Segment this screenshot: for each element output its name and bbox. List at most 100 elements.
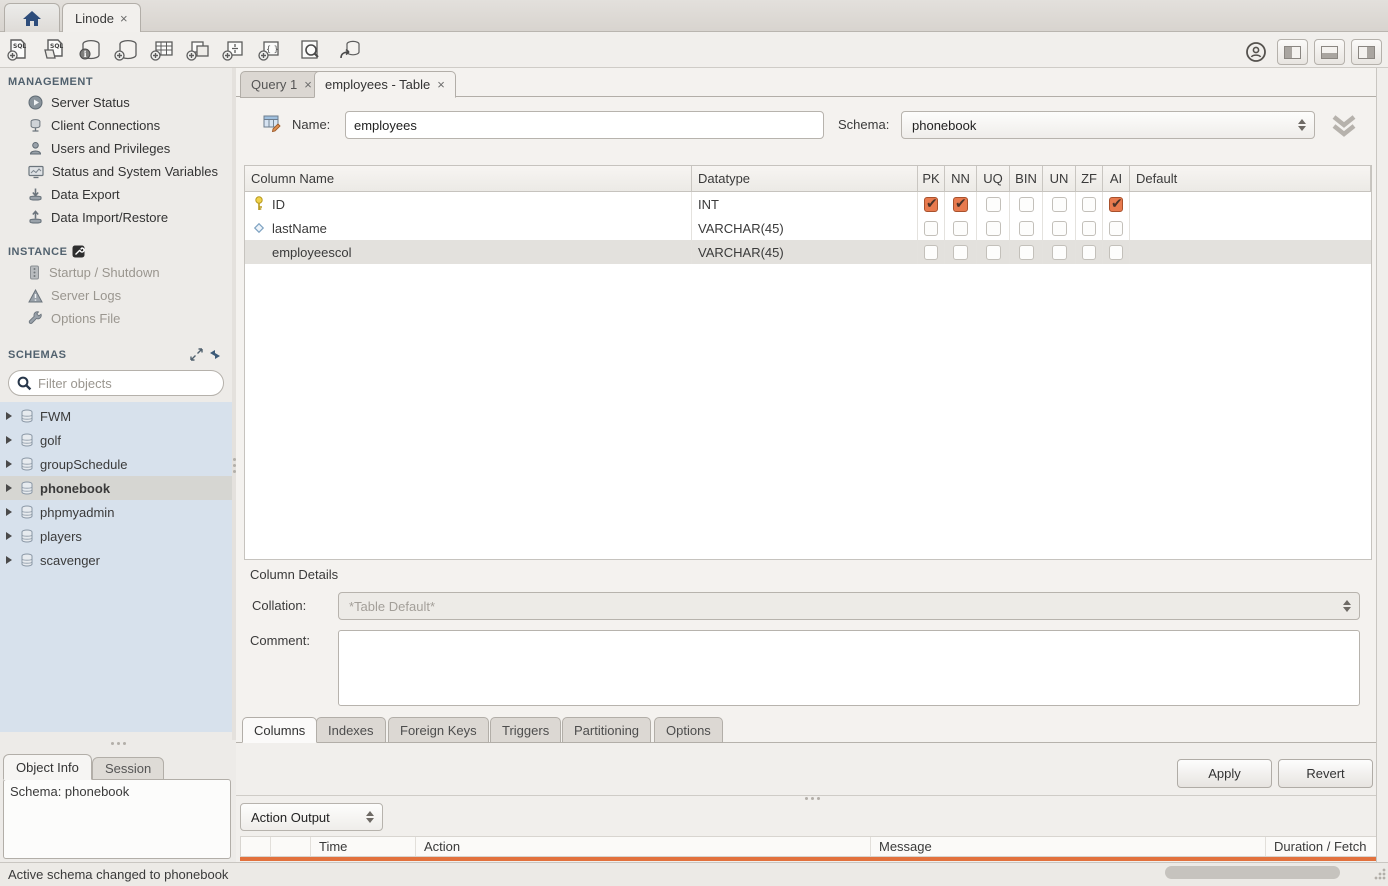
- schema-item-phonebook[interactable]: phonebook: [0, 476, 232, 500]
- uq-checkbox[interactable]: [986, 221, 1001, 236]
- apply-button[interactable]: Apply: [1177, 759, 1272, 788]
- sidebar-item-data-import[interactable]: Data Import/Restore: [0, 206, 232, 229]
- sidebar-item-startup-shutdown[interactable]: Startup / Shutdown: [0, 261, 232, 284]
- tab-query-1[interactable]: Query 1 ×: [240, 71, 323, 98]
- tab-session[interactable]: Session: [92, 757, 164, 780]
- header-action[interactable]: Action: [416, 837, 871, 856]
- schema-item-golf[interactable]: golf: [0, 428, 232, 452]
- header-duration-fetch[interactable]: Duration / Fetch: [1266, 837, 1387, 856]
- table-name-input[interactable]: [345, 111, 824, 139]
- header-un[interactable]: UN: [1043, 166, 1076, 191]
- create-procedure-button[interactable]: [216, 35, 252, 65]
- expand-arrow-icon[interactable]: [6, 532, 12, 540]
- expand-form-chevron-icon[interactable]: [1330, 113, 1358, 139]
- header-datatype[interactable]: Datatype: [692, 166, 918, 191]
- nn-checkbox[interactable]: [953, 197, 968, 212]
- bin-checkbox[interactable]: [1019, 197, 1034, 212]
- tab-partitioning[interactable]: Partitioning: [562, 717, 651, 743]
- sidebar-item-status-system-variables[interactable]: Status and System Variables: [0, 160, 232, 183]
- ai-checkbox[interactable]: [1109, 245, 1123, 260]
- column-row-employeescol[interactable]: employeescol VARCHAR(45): [245, 240, 1371, 264]
- sidebar-item-options-file[interactable]: Options File: [0, 307, 232, 330]
- pk-checkbox[interactable]: [924, 221, 938, 236]
- header-ai[interactable]: AI: [1103, 166, 1130, 191]
- tab-close-icon[interactable]: ×: [437, 77, 445, 92]
- tab-indexes[interactable]: Indexes: [316, 717, 386, 743]
- header-nn[interactable]: NN: [945, 166, 977, 191]
- sidebar-item-server-logs[interactable]: Server Logs: [0, 284, 232, 307]
- ai-checkbox[interactable]: [1109, 221, 1123, 236]
- pk-checkbox[interactable]: [924, 245, 938, 260]
- search-data-button[interactable]: [292, 35, 328, 65]
- column-default[interactable]: [1130, 192, 1371, 216]
- splitter-grip[interactable]: [799, 797, 825, 801]
- tab-foreign-keys[interactable]: Foreign Keys: [388, 717, 489, 743]
- column-datatype[interactable]: VARCHAR(45): [692, 216, 918, 240]
- column-row-id[interactable]: ID INT: [245, 192, 1371, 216]
- create-function-button[interactable]: { }: [252, 35, 288, 65]
- zf-checkbox[interactable]: [1082, 221, 1096, 236]
- toggle-bottom-panel-button[interactable]: [1314, 39, 1345, 65]
- uq-checkbox[interactable]: [986, 197, 1001, 212]
- sidebar-item-data-export[interactable]: Data Export: [0, 183, 232, 206]
- column-datatype[interactable]: VARCHAR(45): [692, 240, 918, 264]
- header-time[interactable]: Time: [311, 837, 416, 856]
- header-default[interactable]: Default: [1130, 166, 1371, 191]
- bin-checkbox[interactable]: [1019, 245, 1034, 260]
- un-checkbox[interactable]: [1052, 221, 1067, 236]
- new-sql-tab-button[interactable]: SQL: [0, 35, 36, 65]
- schema-inspector-button[interactable]: i: [72, 35, 108, 65]
- expand-arrow-icon[interactable]: [6, 436, 12, 444]
- schema-item-phpmyadmin[interactable]: phpmyadmin: [0, 500, 232, 524]
- nn-checkbox[interactable]: [953, 221, 968, 236]
- toggle-right-panel-button[interactable]: [1351, 39, 1382, 65]
- nn-checkbox[interactable]: [953, 245, 968, 260]
- refresh-schemas-icon[interactable]: [208, 348, 222, 361]
- schema-filter-input[interactable]: [38, 376, 198, 391]
- tab-columns[interactable]: Columns: [242, 717, 317, 743]
- column-default[interactable]: [1130, 240, 1371, 264]
- schema-item-groupschedule[interactable]: groupSchedule: [0, 452, 232, 476]
- schema-item-fwm[interactable]: FWM: [0, 404, 232, 428]
- output-selector[interactable]: Action Output: [240, 803, 383, 831]
- create-table-button[interactable]: [144, 35, 180, 65]
- header-bin[interactable]: BIN: [1010, 166, 1043, 191]
- schema-item-scavenger[interactable]: scavenger: [0, 548, 232, 572]
- splitter-grip[interactable]: [105, 742, 131, 746]
- header-index-col[interactable]: [271, 837, 311, 856]
- column-datatype[interactable]: INT: [692, 192, 918, 216]
- pk-checkbox[interactable]: [924, 197, 938, 212]
- tab-options[interactable]: Options: [654, 717, 723, 743]
- data-transfer-button[interactable]: [332, 35, 368, 65]
- window-resize-grip[interactable]: [1374, 868, 1386, 880]
- bin-checkbox[interactable]: [1019, 221, 1034, 236]
- expand-arrow-icon[interactable]: [6, 412, 12, 420]
- home-tab[interactable]: [4, 3, 60, 32]
- header-pk[interactable]: PK: [918, 166, 945, 191]
- toggle-left-panel-button[interactable]: [1277, 39, 1308, 65]
- revert-button[interactable]: Revert: [1278, 759, 1373, 788]
- expand-arrow-icon[interactable]: [6, 484, 12, 492]
- zf-checkbox[interactable]: [1082, 197, 1096, 212]
- connection-tab-close-icon[interactable]: ×: [120, 11, 128, 26]
- connection-tab[interactable]: Linode ×: [62, 3, 141, 32]
- tab-triggers[interactable]: Triggers: [490, 717, 561, 743]
- schema-item-players[interactable]: players: [0, 524, 232, 548]
- un-checkbox[interactable]: [1052, 245, 1067, 260]
- assistant-button[interactable]: [1241, 37, 1271, 67]
- header-column-name[interactable]: Column Name: [245, 166, 692, 191]
- collation-select[interactable]: *Table Default*: [338, 592, 1360, 620]
- expand-arrow-icon[interactable]: [6, 508, 12, 516]
- header-message[interactable]: Message: [871, 837, 1266, 856]
- sidebar-item-users-privileges[interactable]: Users and Privileges: [0, 137, 232, 160]
- header-status-icon-col[interactable]: [241, 837, 271, 856]
- comment-textarea[interactable]: [338, 630, 1360, 706]
- header-zf[interactable]: ZF: [1076, 166, 1103, 191]
- uq-checkbox[interactable]: [986, 245, 1001, 260]
- zf-checkbox[interactable]: [1082, 245, 1096, 260]
- column-default[interactable]: [1130, 216, 1371, 240]
- open-sql-script-button[interactable]: SQL: [36, 35, 72, 65]
- horizontal-scrollbar-thumb[interactable]: [1165, 866, 1340, 879]
- sidebar-item-server-status[interactable]: Server Status: [0, 91, 232, 114]
- un-checkbox[interactable]: [1052, 197, 1067, 212]
